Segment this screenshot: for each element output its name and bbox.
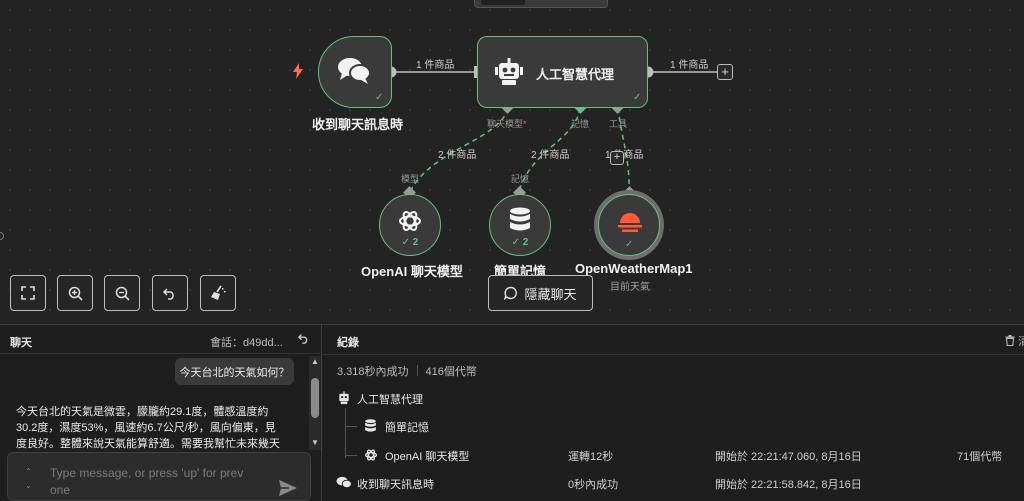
add-node-button[interactable]: + [717,64,733,80]
log-duration: 運轉12秒 [568,451,614,463]
log-row-agent[interactable]: 人工智慧代理 [323,391,1024,409]
logs-panel: 紀錄 清 3.318秒內成功 416個代幣 人工智慧代理 簡單記憶 OpenAI… [323,325,1024,501]
chat-scrollbar[interactable]: ▲ ▼ [309,356,321,450]
chat-icon [504,286,518,300]
logs-summary: 3.318秒內成功 416個代幣 [337,363,477,379]
log-row-trigger[interactable]: 收到聊天訊息時 0秒內成功 開始於 22:21:58.842, 8月16日 [323,476,1024,494]
edge-label-trigger-agent: 1 件商品 [416,60,455,71]
trash-icon [1005,335,1015,347]
openai-icon [364,449,378,461]
send-icon[interactable] [278,479,298,497]
broom-icon [211,285,226,300]
chat-bubbles-icon [336,476,352,489]
log-node-name: 收到聊天訊息時 [357,479,434,491]
port-label-memory: 記憶 [571,119,590,129]
trigger-node-label: 收到聊天訊息時 [312,117,404,132]
log-node-name: OpenAI 聊天模型 [385,451,470,463]
chat-input[interactable]: Type message, or press 'up' for prev one [50,465,265,499]
log-row-memory[interactable]: 簡單記憶 [323,419,1024,437]
hide-chat-button[interactable]: 隱藏聊天 [488,275,593,311]
zoom-in-icon [68,286,83,301]
robot-icon [495,58,523,85]
success-check-icon: ✓ [633,92,642,103]
run-count-badge: ✓ 2 [511,237,529,248]
chat-title: 聊天 [10,337,32,349]
summary-tokens: 416個代幣 [425,366,477,378]
log-row-openai[interactable]: OpenAI 聊天模型 運轉12秒 開始於 22:21:47.060, 8月16… [323,448,1024,466]
workflow-canvas[interactable]: ✓ 收到聊天訊息時 人工智慧代理 ✓ + 1 件商品 1 件商品 2 件商品 2… [0,0,1024,324]
user-message: 今天台北的天氣如何？ [175,358,294,385]
port-label-memory-in: 記憶 [511,174,530,184]
run-count-badge: ✓ 2 [401,237,419,248]
node-openai-chat-model[interactable]: ✓ 2 [379,194,441,256]
logs-header-divider [323,354,1024,355]
database-icon [365,419,376,432]
scroll-thumb[interactable] [311,378,319,418]
edge-label-model: 2 件商品 [438,150,477,161]
zoom-out-icon [115,286,130,301]
port-label-tool: 工具 [609,119,628,129]
clear-logs-button[interactable]: 清 [1005,333,1024,349]
sun-icon [618,213,642,232]
log-start-time: 開始於 22:21:47.060, 8月16日 [715,451,862,463]
add-tool-button[interactable]: + [610,151,624,165]
log-tokens: 71個代幣 [957,451,1003,463]
logs-title: 紀錄 [337,337,359,349]
robot-icon [339,391,349,405]
port-label-chat-model: 聊天模型* [487,119,527,129]
lightning-bolt-icon [293,63,303,79]
fit-view-button[interactable] [10,275,46,311]
history-nav-icon[interactable]: ⌃ ⌄ [25,465,32,493]
node-openweathermap[interactable]: ✓ [598,194,660,256]
chat-bubbles-icon [338,58,371,84]
openai-node-label: OpenAI 聊天模型 [361,264,463,279]
zoom-in-button[interactable] [57,275,93,311]
node-ai-agent[interactable]: 人工智慧代理 ✓ [477,36,648,108]
hide-chat-label: 隱藏聊天 [524,286,577,302]
port-label-model-in: 模型 [401,174,420,184]
session-id[interactable]: 會話：d49dd... [210,334,283,350]
success-check-icon: ✓ [625,239,634,250]
tidy-up-button[interactable] [200,275,236,311]
scroll-down-icon[interactable]: ▼ [311,438,319,447]
undo-icon [163,288,174,300]
log-duration: 0秒內成功 [568,479,619,491]
edge-label-memory: 2 件商品 [531,150,570,161]
success-check-icon: ✓ [375,92,384,103]
weather-node-label: OpenWeatherMap1 [575,261,693,276]
edge-label-agent-output: 1 件商品 [670,60,709,71]
undo-icon[interactable] [298,332,310,344]
openai-icon [399,211,421,231]
fit-view-icon [21,286,35,300]
scroll-up-icon[interactable]: ▲ [311,357,319,366]
chat-input-box[interactable]: ⌃ ⌄ Type message, or press 'up' for prev … [7,452,311,501]
summary-time: 3.318秒內成功 [337,366,409,378]
node-chat-trigger[interactable]: ✓ [318,36,392,108]
log-node-name: 人工智慧代理 [357,394,423,406]
reset-zoom-button[interactable] [152,275,188,311]
chat-header: 聊天 會話：d49dd... [0,325,322,354]
log-node-name: 簡單記憶 [385,422,429,434]
node-simple-memory[interactable]: ✓ 2 [489,194,551,256]
weather-node-sublabel: 目前天氣 [610,282,650,293]
agent-node-title: 人工智慧代理 [536,67,615,82]
log-start-time: 開始於 22:21:58.842, 8月16日 [715,479,862,491]
database-icon [510,207,530,231]
zoom-out-button[interactable] [104,275,140,311]
